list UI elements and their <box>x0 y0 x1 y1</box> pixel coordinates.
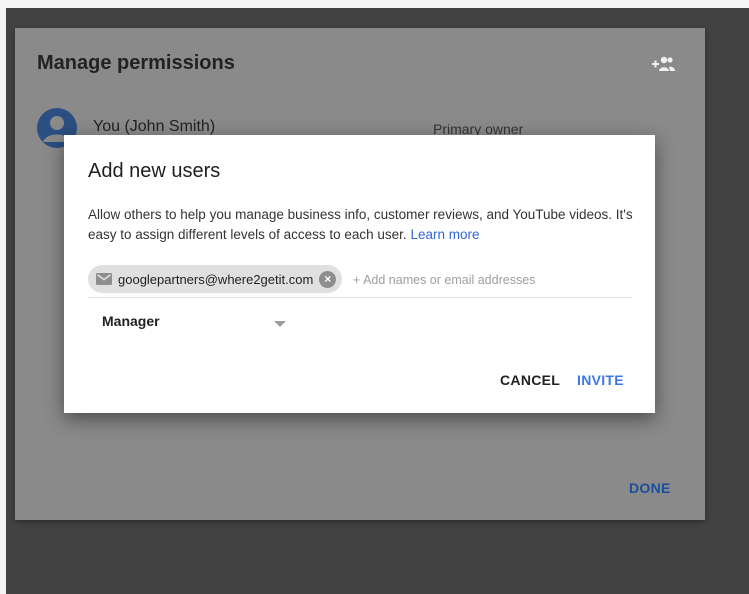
email-chip: googlepartners@where2getit.com × <box>88 265 343 293</box>
role-selected: Manager <box>102 313 160 329</box>
dialog-title: Add new users <box>88 160 221 182</box>
learn-more-link[interactable]: Learn more <box>410 227 479 242</box>
add-new-users-dialog: Add new users Allow others to help you m… <box>64 135 655 413</box>
invite-button[interactable]: INVITE <box>577 372 624 388</box>
role-dropdown[interactable]: Manager <box>88 307 288 335</box>
add-users-input[interactable] <box>353 270 633 290</box>
chip-email: googlepartners@where2getit.com <box>118 271 314 287</box>
browser-edge-left <box>0 0 6 594</box>
email-icon <box>96 273 112 285</box>
input-divider <box>88 297 632 298</box>
person-add-icon[interactable] <box>651 54 675 74</box>
dialog-description: Allow others to help you manage business… <box>88 205 638 245</box>
remove-chip-icon[interactable]: × <box>319 270 337 288</box>
description-text: Allow others to help you manage business… <box>88 207 633 242</box>
owner-name: You (John Smith) <box>93 118 216 135</box>
manage-permissions-title: Manage permissions <box>37 52 235 74</box>
cancel-button[interactable]: CANCEL <box>500 372 560 388</box>
done-button[interactable]: DONE <box>629 480 671 496</box>
browser-edge <box>0 0 749 8</box>
caret-down-icon <box>274 321 286 327</box>
